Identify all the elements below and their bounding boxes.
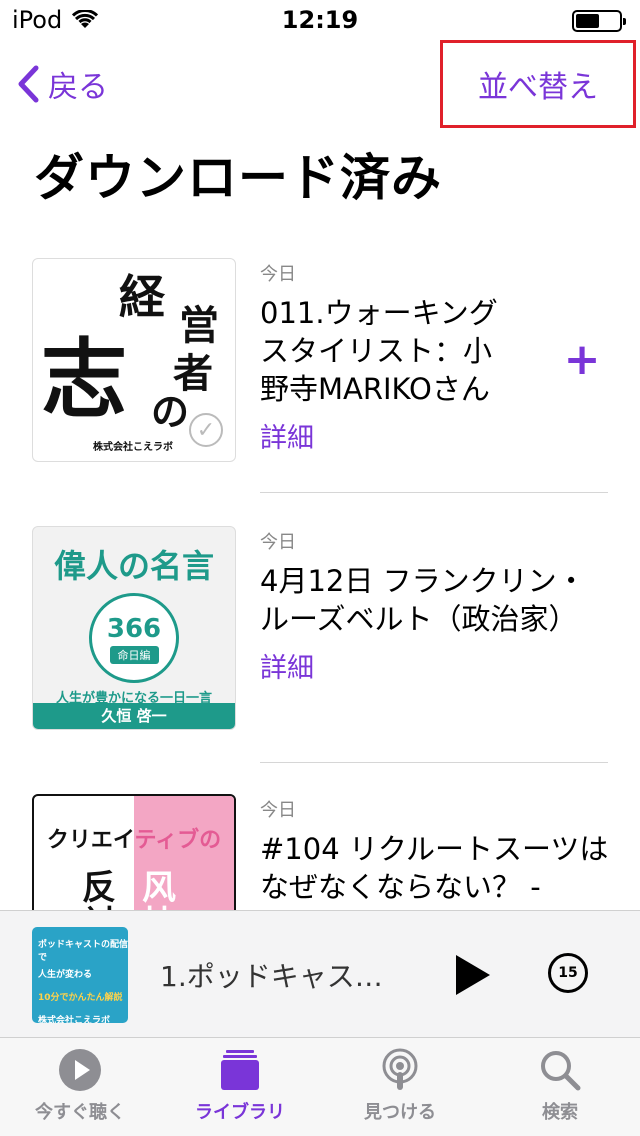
downloaded-check-icon: ✓ bbox=[189, 413, 223, 447]
artwork-title-dark: クリエイ bbox=[46, 828, 135, 853]
artwork-line: 人生が変わる bbox=[38, 970, 93, 980]
sort-button[interactable]: 並べ替え bbox=[440, 40, 636, 128]
episode-row[interactable]: 偉人の名言 366 命日編 人生が豊かになる一日一言 久恒 啓一 今日 4月12… bbox=[32, 526, 640, 756]
episode-info: 今日 4月12日 フランクリン・ルーズベルト（政治家） 詳細 bbox=[260, 528, 590, 685]
battery-level bbox=[576, 14, 599, 28]
status-time: 12:19 bbox=[281, 6, 359, 34]
skip-seconds-label: 15 bbox=[558, 965, 578, 981]
episode-artwork: クリエイティブの 反 风 対 枝 bbox=[32, 794, 236, 910]
mini-player[interactable]: ポッドキャストの配信で 人生が変わる 10分でかんたん解説 株式会社こえラボ 1… bbox=[0, 910, 640, 1038]
episode-info: 今日 #104 リクルートスーツはなぜなくならない？ - bbox=[260, 796, 610, 906]
episode-detail-link[interactable]: 詳細 bbox=[260, 646, 590, 685]
tab-label: 検索 bbox=[542, 1102, 578, 1123]
nav-bar: 戻る 並べ替え bbox=[0, 40, 640, 130]
divider bbox=[260, 492, 608, 493]
artwork-char: 志 bbox=[41, 329, 127, 430]
artwork-line: 株式会社こえラボ bbox=[38, 1016, 111, 1023]
status-bar: iPod 12:19 bbox=[0, 0, 640, 40]
play-button[interactable] bbox=[456, 955, 490, 995]
tab-browse[interactable]: 見つける bbox=[320, 1048, 480, 1124]
artwork-title: 偉人の名言 bbox=[53, 547, 214, 585]
play-circle-icon bbox=[58, 1048, 102, 1092]
artwork-char: 対 bbox=[82, 896, 116, 910]
episode-row[interactable]: 経 営 者 の 志 株式会社こえラボ ✓ 今日 011.ウォーキングスタイリスト… bbox=[32, 258, 640, 488]
episode-date: 今日 bbox=[260, 264, 296, 285]
episode-artwork: 経 営 者 の 志 株式会社こえラボ ✓ bbox=[32, 258, 236, 462]
artwork-author: 久恒 啓一 bbox=[33, 703, 235, 729]
episode-detail-link[interactable]: 詳細 bbox=[260, 416, 590, 455]
episode-info: 今日 011.ウォーキングスタイリスト：小野寺MARIKOさん 詳細 bbox=[260, 260, 590, 455]
battery-icon bbox=[572, 10, 626, 32]
chevron-left-icon bbox=[18, 65, 39, 103]
tab-bar: 今すぐ聴く ライブラリ 見つける 検索 bbox=[0, 1038, 640, 1136]
artwork-number: 366 bbox=[106, 614, 162, 644]
library-icon bbox=[218, 1048, 262, 1092]
artwork-sub: 命日編 bbox=[109, 646, 159, 664]
artwork-title-pink: ティブの bbox=[134, 828, 222, 853]
page-title: ダウンロード済み bbox=[34, 149, 442, 207]
mini-player-title[interactable]: 1.ポッドキャス… bbox=[160, 955, 410, 995]
episode-date: 今日 bbox=[260, 800, 296, 821]
artwork-badge: 366 命日編 bbox=[89, 593, 179, 683]
tab-library[interactable]: ライブラリ bbox=[160, 1048, 320, 1124]
artwork-line: 10分でかんたん解説 bbox=[38, 993, 123, 1003]
tab-label: ライブラリ bbox=[195, 1102, 285, 1123]
tab-listen-now[interactable]: 今すぐ聴く bbox=[0, 1048, 160, 1124]
search-icon bbox=[538, 1048, 582, 1092]
podcast-icon bbox=[378, 1048, 422, 1092]
artwork-char: 枝 bbox=[142, 896, 176, 910]
back-button[interactable]: 戻る bbox=[16, 62, 108, 106]
episode-title: #104 リクルートスーツはなぜなくならない？ - bbox=[260, 832, 609, 904]
artwork-char: の bbox=[151, 389, 190, 434]
add-button[interactable]: + bbox=[562, 338, 602, 382]
episode-row[interactable]: クリエイティブの 反 风 対 枝 今日 #104 リクルートスーツはなぜなくなら… bbox=[32, 794, 640, 910]
episode-title: 4月12日 フランクリン・ルーズベルト（政治家） bbox=[260, 564, 586, 636]
mini-player-artwork: ポッドキャストの配信で 人生が変わる 10分でかんたん解説 株式会社こえラボ bbox=[32, 927, 128, 1023]
artwork-footer: 株式会社こえラボ bbox=[93, 442, 173, 453]
divider bbox=[260, 762, 608, 763]
tab-search[interactable]: 検索 bbox=[480, 1048, 640, 1124]
artwork-line: ポッドキャストの配信で bbox=[38, 940, 128, 963]
tab-label: 今すぐ聴く bbox=[35, 1102, 125, 1123]
artwork-title: クリエイティブの bbox=[34, 822, 234, 854]
episode-title: 011.ウォーキングスタイリスト：小野寺MARIKOさん bbox=[260, 296, 498, 406]
tab-label: 見つける bbox=[364, 1102, 436, 1123]
back-label: 戻る bbox=[48, 70, 108, 105]
episode-date: 今日 bbox=[260, 532, 296, 553]
skip-back-15-button[interactable]: 15 bbox=[548, 953, 588, 993]
episode-artwork: 偉人の名言 366 命日編 人生が豊かになる一日一言 久恒 啓一 bbox=[32, 526, 236, 730]
